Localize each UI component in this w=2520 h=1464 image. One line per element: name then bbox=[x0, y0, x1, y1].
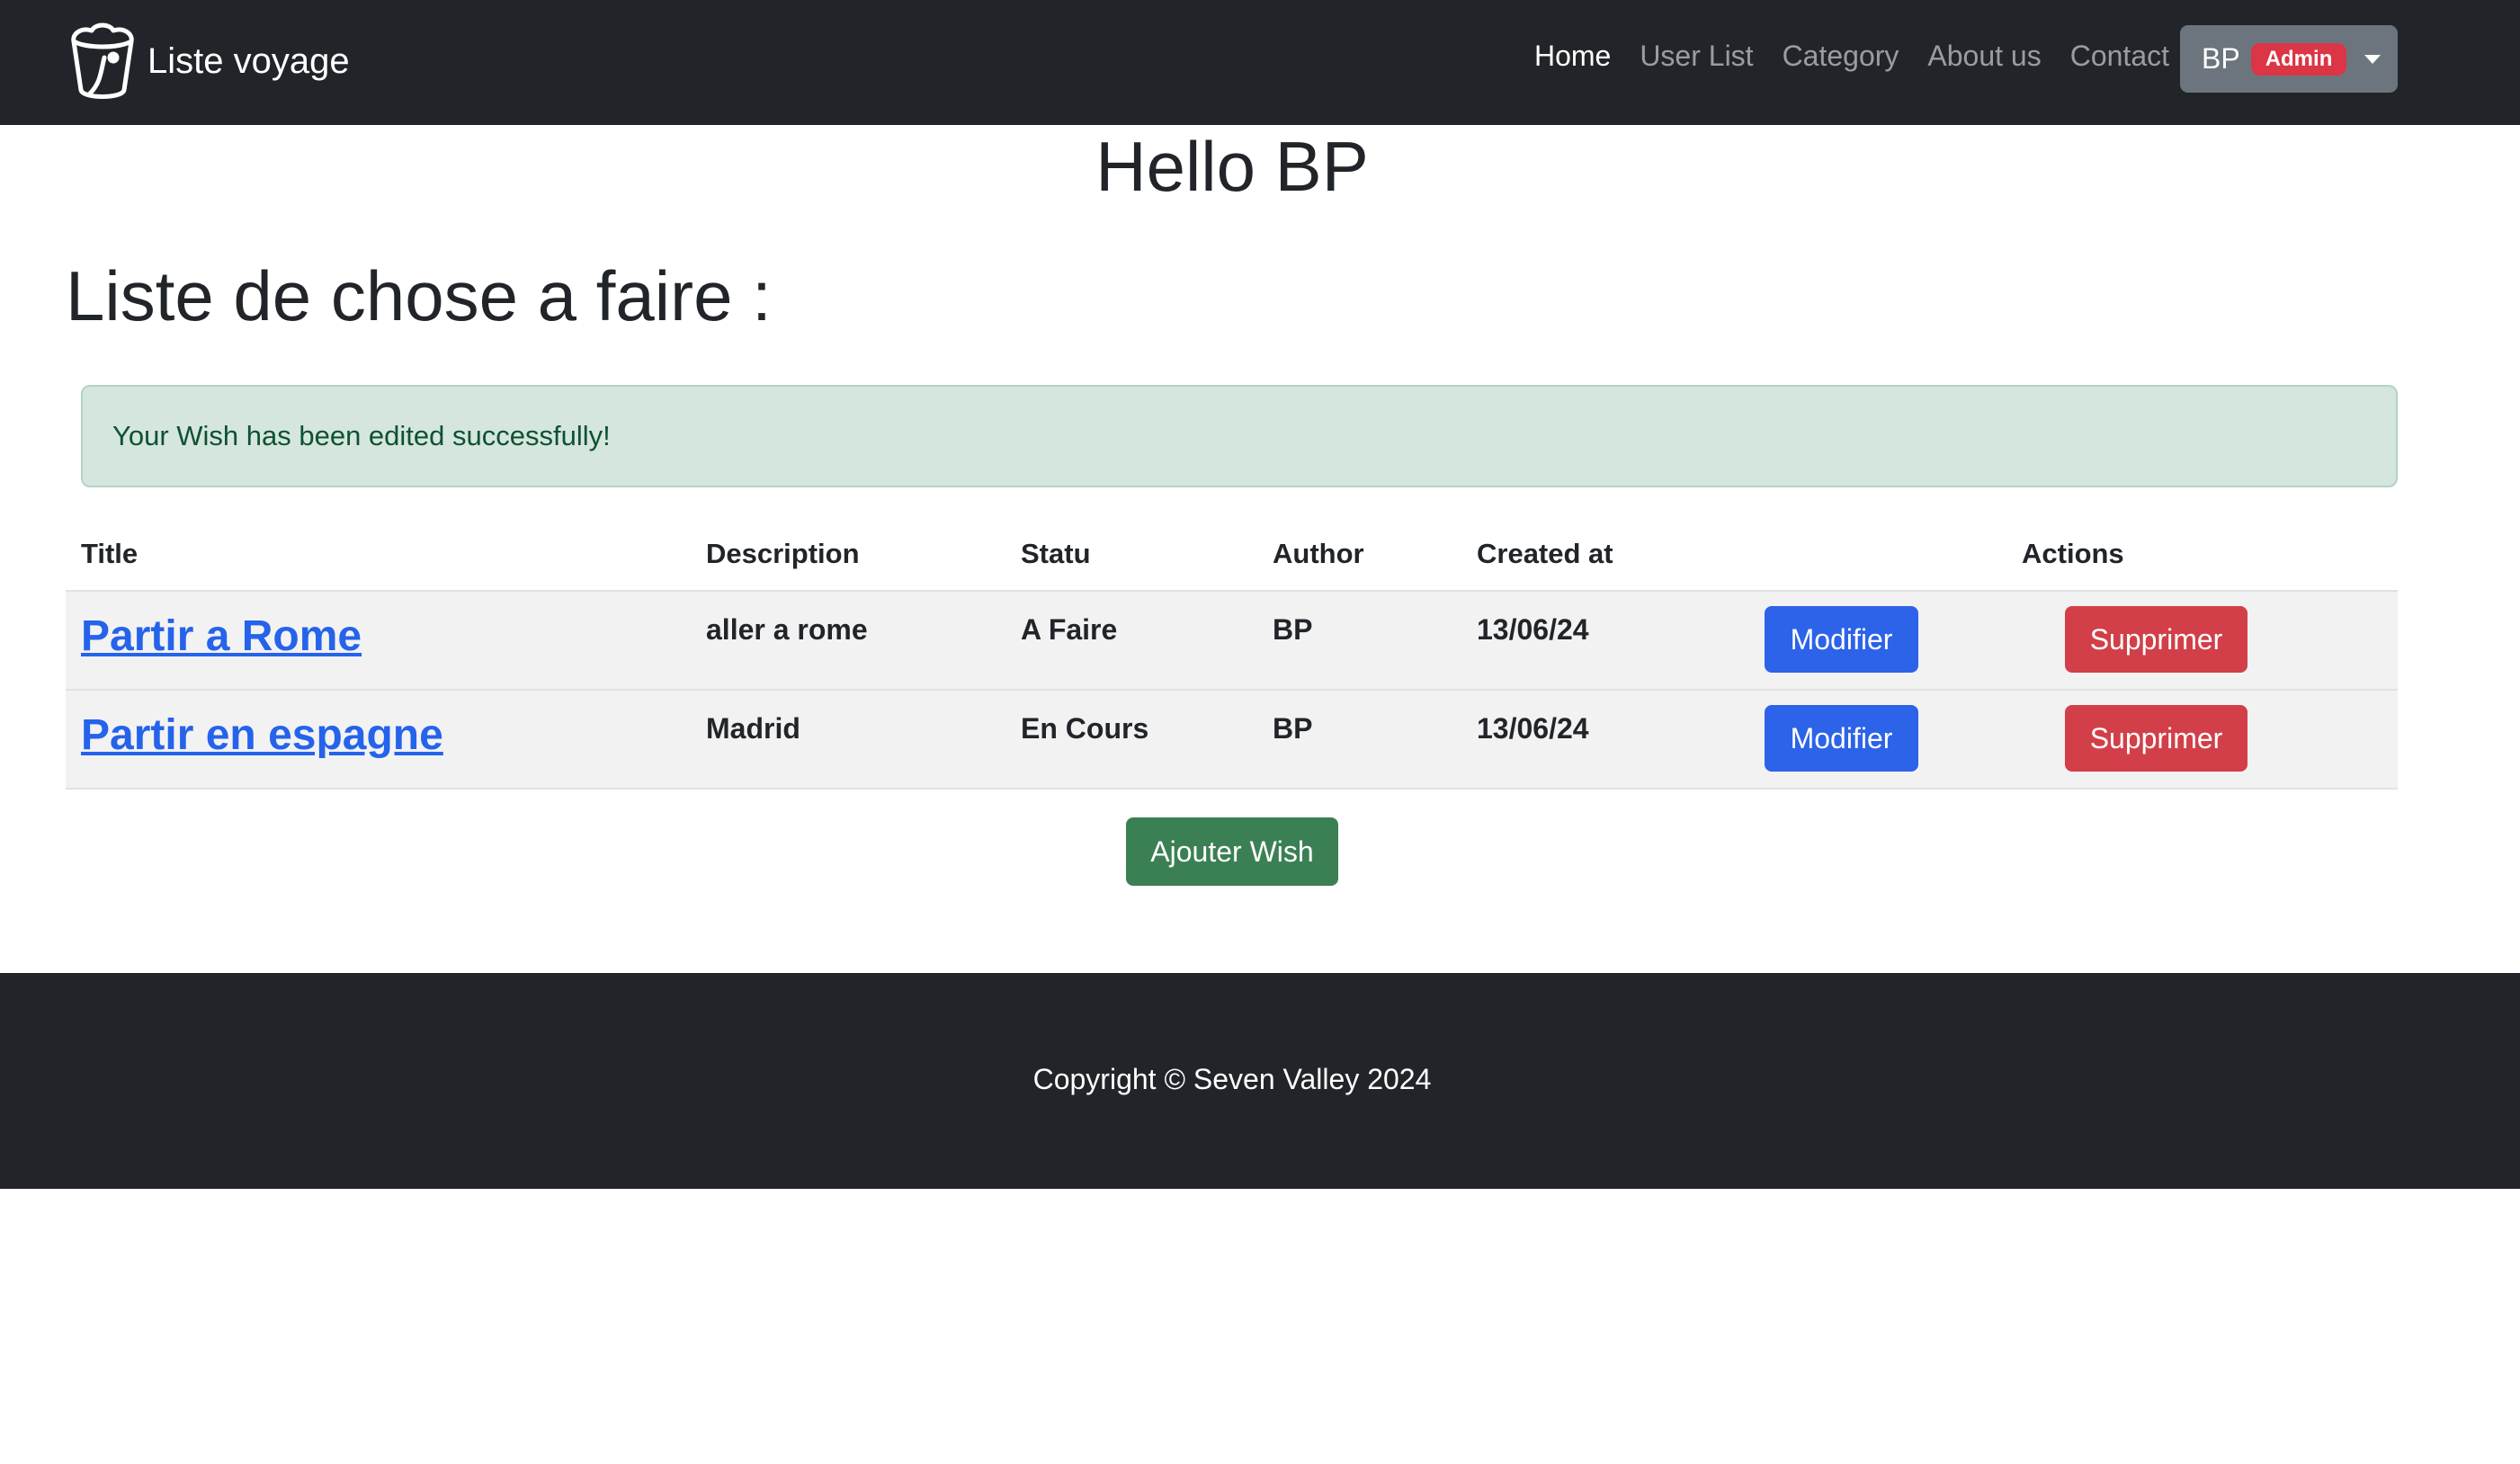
role-badge: Admin bbox=[2250, 42, 2347, 76]
wish-table: Title Description Statu Author Created a… bbox=[66, 522, 2398, 790]
edit-button[interactable]: Modifier bbox=[1765, 606, 1918, 673]
wish-author: BP bbox=[1273, 712, 1313, 745]
navbar: Liste voyage Home User List Category Abo… bbox=[0, 0, 2520, 125]
nav-link-user-list[interactable]: User List bbox=[1640, 40, 1753, 73]
delete-button[interactable]: Supprimer bbox=[2065, 606, 2247, 673]
edit-button[interactable]: Modifier bbox=[1765, 705, 1918, 772]
nav-link-category[interactable]: Category bbox=[1783, 40, 1899, 73]
wish-status: En Cours bbox=[1021, 712, 1149, 745]
header-author: Author bbox=[1273, 538, 1364, 569]
success-alert: Your Wish has been edited successfully! bbox=[81, 385, 2398, 487]
header-actions: Actions bbox=[2022, 538, 2124, 569]
user-menu-dropdown[interactable]: BP Admin bbox=[2180, 25, 2398, 93]
wish-author: BP bbox=[1273, 613, 1313, 646]
add-wish-button[interactable]: Ajouter Wish bbox=[1126, 817, 1338, 886]
wish-created: 13/06/24 bbox=[1477, 613, 1589, 646]
table-row: Partir en espagne Madrid En Cours BP 13/… bbox=[66, 691, 2398, 790]
alert-message: Your Wish has been edited successfully! bbox=[112, 420, 611, 451]
nav-link-contact[interactable]: Contact bbox=[2070, 40, 2169, 73]
nav-link-home[interactable]: Home bbox=[1534, 40, 1611, 73]
table-header: Title Description Statu Author Created a… bbox=[66, 522, 2398, 592]
user-name: BP bbox=[2202, 42, 2240, 75]
footer: Copyright © Seven Valley 2024 bbox=[0, 973, 2520, 1189]
header-status: Statu bbox=[1021, 538, 1091, 569]
page-title: Liste de chose a faire : bbox=[66, 256, 772, 335]
copyright-text: Copyright © Seven Valley 2024 bbox=[1032, 1063, 1432, 1095]
brand[interactable]: Liste voyage bbox=[65, 18, 350, 104]
wish-title-link[interactable]: Partir en espagne bbox=[81, 710, 443, 760]
greeting-heading: Hello BP bbox=[1095, 127, 1369, 206]
brand-name: Liste voyage bbox=[147, 40, 350, 81]
wish-description: Madrid bbox=[706, 712, 800, 745]
wish-description: aller a rome bbox=[706, 613, 868, 646]
delete-button[interactable]: Supprimer bbox=[2065, 705, 2247, 772]
header-description: Description bbox=[706, 538, 860, 569]
nav-links: Home User List Category About us Contact bbox=[1534, 40, 2169, 73]
header-title: Title bbox=[81, 538, 139, 569]
shopping-bag-icon bbox=[65, 18, 140, 104]
header-created: Created at bbox=[1477, 538, 1613, 569]
nav-link-about-us[interactable]: About us bbox=[1927, 40, 2041, 73]
wish-status: A Faire bbox=[1021, 613, 1118, 646]
chevron-down-icon bbox=[2364, 54, 2381, 64]
table-row: Partir a Rome aller a rome A Faire BP 13… bbox=[66, 592, 2398, 691]
wish-title-link[interactable]: Partir a Rome bbox=[81, 611, 362, 661]
wish-created: 13/06/24 bbox=[1477, 712, 1589, 745]
